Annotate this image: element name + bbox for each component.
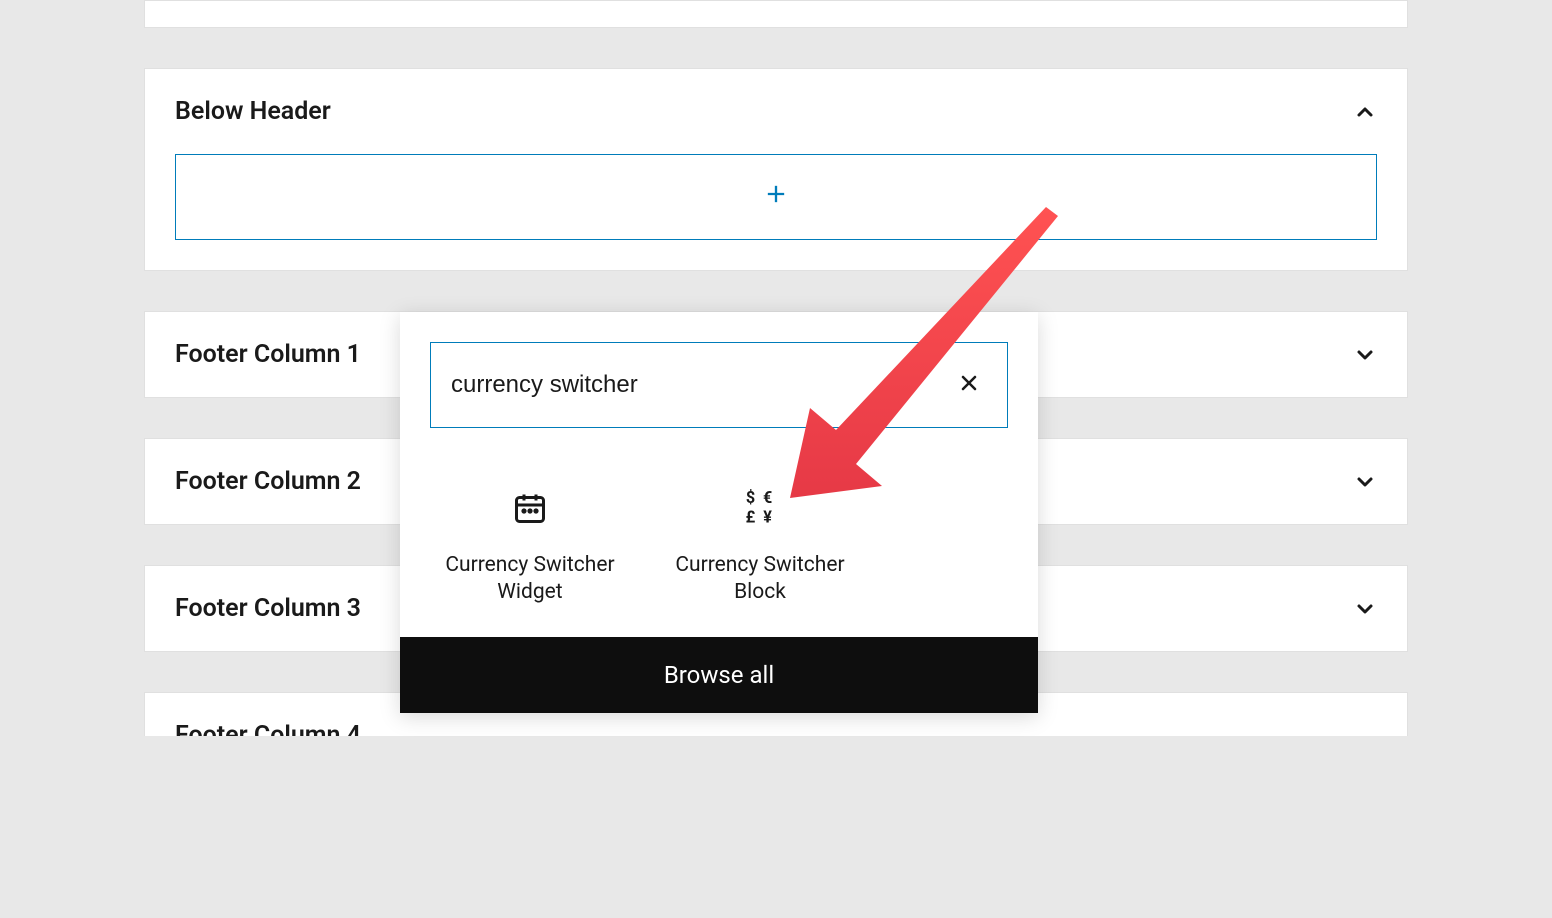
search-wrap (400, 312, 1038, 448)
svg-text:£: £ (746, 507, 756, 526)
currency-symbols-icon: $ € £ ¥ (740, 488, 780, 528)
below-header-toggle[interactable]: Below Header (145, 69, 1407, 154)
block-inserter-popover: Currency Switcher Widget $ € £ ¥ Currenc… (400, 312, 1038, 713)
below-header-section: Below Header (144, 68, 1408, 271)
svg-text:¥: ¥ (763, 507, 772, 526)
svg-text:$: $ (746, 488, 755, 507)
chevron-down-icon (1353, 470, 1377, 494)
chevron-down-icon (1353, 343, 1377, 367)
chevron-up-icon (1353, 100, 1377, 124)
calendar-icon (510, 488, 550, 528)
block-search-input[interactable] (451, 371, 951, 399)
currency-switcher-block[interactable]: $ € £ ¥ Currency Switcher Block (670, 488, 850, 607)
below-header-title: Below Header (175, 97, 331, 126)
browse-all-button[interactable]: Browse all (400, 637, 1038, 713)
block-label: Currency Switcher Widget (440, 552, 620, 607)
block-label: Currency Switcher Block (670, 552, 850, 607)
search-box[interactable] (430, 342, 1008, 428)
clear-search-button[interactable] (951, 365, 987, 405)
currency-switcher-widget-block[interactable]: Currency Switcher Widget (440, 488, 620, 607)
add-block-button[interactable] (175, 154, 1377, 240)
search-results: Currency Switcher Widget $ € £ ¥ Currenc… (400, 448, 1038, 637)
svg-text:€: € (763, 488, 772, 507)
footer-col-1-title: Footer Column 1 (175, 340, 361, 369)
below-header-content (145, 154, 1407, 270)
footer-col-2-title: Footer Column 2 (175, 467, 361, 496)
plus-icon (762, 180, 790, 215)
footer-col-3-title: Footer Column 3 (175, 594, 361, 623)
widget-area-partial-top (144, 0, 1408, 28)
chevron-down-icon (1353, 597, 1377, 621)
